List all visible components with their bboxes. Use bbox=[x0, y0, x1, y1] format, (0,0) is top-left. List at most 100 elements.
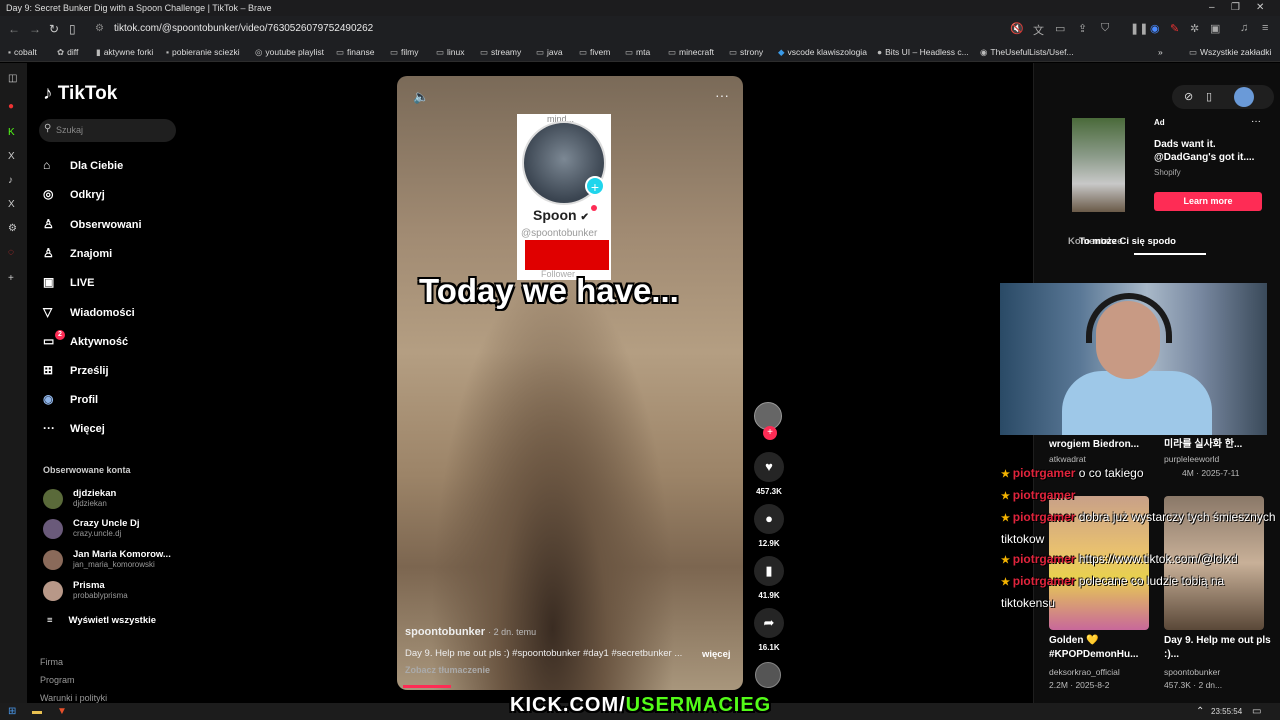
tiktok-icon[interactable]: ♪ bbox=[8, 175, 13, 186]
phone-icon[interactable]: ▯ bbox=[1206, 90, 1212, 103]
notifications-icon[interactable]: ▭ bbox=[1252, 706, 1261, 717]
pause-icon[interactable]: ❚❚ bbox=[1130, 22, 1148, 35]
user-avatar[interactable] bbox=[1234, 87, 1254, 107]
bookmark-folder[interactable]: ▭ java bbox=[536, 47, 563, 58]
footer-link[interactable]: Firma bbox=[40, 657, 63, 667]
translate-icon[interactable]: 文 bbox=[1033, 22, 1044, 38]
sound-avatar[interactable] bbox=[755, 662, 781, 688]
nav-messages[interactable]: ▽ Wiadomości bbox=[43, 305, 135, 321]
chevron-up-icon[interactable]: ⌃ bbox=[1196, 706, 1204, 717]
pen-icon[interactable]: ✎ bbox=[1170, 22, 1179, 35]
nav-upload[interactable]: ⊞ Prześlij bbox=[43, 363, 109, 379]
followed-account[interactable]: Jan Maria Komorow... jan_maria_komorowski bbox=[43, 547, 193, 573]
more-icon[interactable]: ··· bbox=[1251, 116, 1261, 127]
brave-icon[interactable]: ▼ bbox=[57, 706, 67, 717]
mute-icon[interactable]: 🔇 bbox=[1010, 22, 1024, 35]
comment-button[interactable]: ● 12.9K bbox=[753, 504, 785, 548]
sidebar-panel-icon[interactable]: ◫ bbox=[8, 73, 17, 84]
bookmark-item[interactable]: ◉ TheUsefulLists/Usef... bbox=[980, 47, 1074, 58]
nav-explore[interactable]: ◎ Odkryj bbox=[43, 187, 105, 203]
close-icon[interactable]: ✕ bbox=[1256, 2, 1264, 13]
music-icon[interactable]: ♫ bbox=[1240, 22, 1248, 34]
more-link[interactable]: więcej bbox=[702, 649, 731, 660]
nav-friends[interactable]: ♙ Znajomi bbox=[43, 246, 112, 262]
ad-label: Ad bbox=[1154, 118, 1165, 127]
menu-icon[interactable]: ≡ bbox=[1262, 22, 1268, 34]
bookmark-folder[interactable]: ▭ linux bbox=[436, 47, 465, 58]
volume-icon[interactable]: 🔈 bbox=[413, 89, 429, 105]
bookmark-folder[interactable]: ▭ streamy bbox=[480, 47, 521, 58]
bookmark-folder[interactable]: ▭ fivem bbox=[579, 47, 610, 58]
video-progress[interactable] bbox=[403, 685, 451, 688]
nav-live[interactable]: ▣ LIVE bbox=[43, 275, 94, 291]
nav-more[interactable]: ··· Więcej bbox=[43, 421, 105, 437]
tiktok-logo[interactable]: ♪ TikTok bbox=[43, 83, 117, 105]
x-icon[interactable]: X bbox=[8, 199, 15, 210]
extension-icon[interactable]: ◉ bbox=[1150, 22, 1160, 35]
forward-icon[interactable]: → bbox=[29, 22, 41, 36]
address-bar: ← → ↻ ▯ ⚙ tiktok.com/@spoontobunker/vide… bbox=[0, 16, 1280, 42]
footer-link[interactable]: Warunki i polityki bbox=[40, 693, 107, 703]
nav-following[interactable]: ♙ Obserwowani bbox=[43, 217, 142, 233]
minimize-icon[interactable]: – bbox=[1209, 2, 1215, 13]
see-all-link[interactable]: ≡ Wyświetl wszystkie bbox=[47, 615, 156, 626]
share-button[interactable]: ➦ 16.1K bbox=[753, 608, 785, 652]
followed-account[interactable]: djdziekan djdziekan bbox=[43, 486, 193, 512]
tab-suggested[interactable]: To może Ci się spodo bbox=[1079, 236, 1176, 247]
nav-for-you[interactable]: ⌂ Dla Ciebie bbox=[43, 158, 123, 174]
bookmark-folder[interactable]: ▭ filmy bbox=[390, 47, 419, 58]
windows-icon[interactable]: ⊞ bbox=[8, 706, 16, 717]
plus-icon: + bbox=[585, 176, 605, 196]
bookmark-icon[interactable]: ▯ bbox=[69, 22, 76, 36]
footer-link[interactable]: Program bbox=[40, 675, 75, 685]
search-input[interactable]: ⚲ Szukaj bbox=[39, 119, 176, 142]
learn-more-button[interactable]: Learn more bbox=[1154, 192, 1262, 211]
follow-plus-icon[interactable]: + bbox=[763, 426, 777, 440]
avatar bbox=[43, 581, 63, 601]
ad-image[interactable] bbox=[1072, 118, 1125, 212]
bookmark-folder[interactable]: ▭ mta bbox=[625, 47, 650, 58]
video-player[interactable]: 🔈 ··· mind... + Spoon ✔ @spoontobunker F… bbox=[397, 76, 743, 690]
add-icon[interactable]: + bbox=[8, 273, 14, 284]
bookmark-folder[interactable]: ▭ strony bbox=[729, 47, 763, 58]
bookmark-item[interactable]: ◆ vscode klawiszologia bbox=[778, 47, 867, 58]
bookmark-folder[interactable]: ▭ minecraft bbox=[668, 47, 714, 58]
bookmark-folder[interactable]: ▭ Wszystkie zakładki bbox=[1189, 47, 1271, 58]
video-author[interactable]: spoontobunker · 2 dn. temu bbox=[405, 626, 536, 638]
tiktok-sidebar: ♪ TikTok ⚲ Szukaj ⌂ Dla Ciebie ◎ Odkryj ♙ O… bbox=[27, 63, 195, 703]
like-button[interactable]: ♥ 457.3K bbox=[753, 452, 785, 496]
kick-icon[interactable]: K bbox=[8, 127, 15, 138]
bookmark-item[interactable]: ● Bits UI – Headless c... bbox=[877, 47, 969, 57]
bookmark-item[interactable]: ▪ cobalt bbox=[8, 47, 37, 57]
chevron-right-icon[interactable]: » bbox=[1158, 47, 1163, 57]
shield-icon[interactable]: ⛉ bbox=[1101, 22, 1109, 35]
bookmark-folder[interactable]: ▭ finanse bbox=[336, 47, 374, 58]
nav-activity[interactable]: ▭ 2 Aktywność bbox=[43, 330, 128, 350]
back-icon[interactable]: ← bbox=[8, 22, 20, 36]
site-info-icon[interactable]: ⚙ bbox=[95, 23, 104, 34]
followed-account[interactable]: Crazy Uncle Dj crazy.uncle.dj bbox=[43, 516, 193, 542]
followed-account[interactable]: Prisma probablyprisma bbox=[43, 578, 193, 604]
record-icon[interactable]: ● bbox=[8, 101, 14, 112]
bookmark-item[interactable]: ▮ aktywne forki bbox=[96, 47, 153, 58]
bookmark-item[interactable]: ◎ youtube playlist bbox=[255, 47, 324, 58]
restore-icon[interactable]: ❐ bbox=[1231, 2, 1240, 13]
wallet-icon[interactable]: ▣ bbox=[1210, 22, 1220, 35]
more-options-icon[interactable]: ··· bbox=[715, 87, 729, 103]
bookmark-item[interactable]: ▪ pobieranie sciezki bbox=[166, 47, 240, 57]
compass-icon[interactable]: ⊘ bbox=[1184, 90, 1193, 103]
bookmark-item[interactable]: ✿ diff bbox=[57, 47, 78, 58]
settings-icon[interactable]: ⚙ bbox=[8, 223, 17, 234]
translate-link[interactable]: Zobacz tłumaczenie bbox=[405, 665, 490, 675]
app-icon[interactable]: ◌ bbox=[8, 247, 14, 258]
share-icon[interactable]: ⇪ bbox=[1078, 22, 1087, 35]
extensions-icon[interactable]: ✲ bbox=[1190, 22, 1199, 35]
cast-icon[interactable]: ▭ bbox=[1055, 22, 1065, 35]
nav-profile[interactable]: ◉ Profil bbox=[43, 392, 98, 408]
x-icon[interactable]: X bbox=[8, 151, 15, 162]
reload-icon[interactable]: ↻ bbox=[49, 22, 59, 36]
heart-icon: ♥ bbox=[754, 452, 784, 482]
folder-icon[interactable]: ▬ bbox=[32, 706, 42, 717]
url-field[interactable]: tiktok.com/@spoontobunker/video/76305260… bbox=[114, 23, 373, 34]
save-button[interactable]: ▮ 41.9K bbox=[753, 556, 785, 600]
